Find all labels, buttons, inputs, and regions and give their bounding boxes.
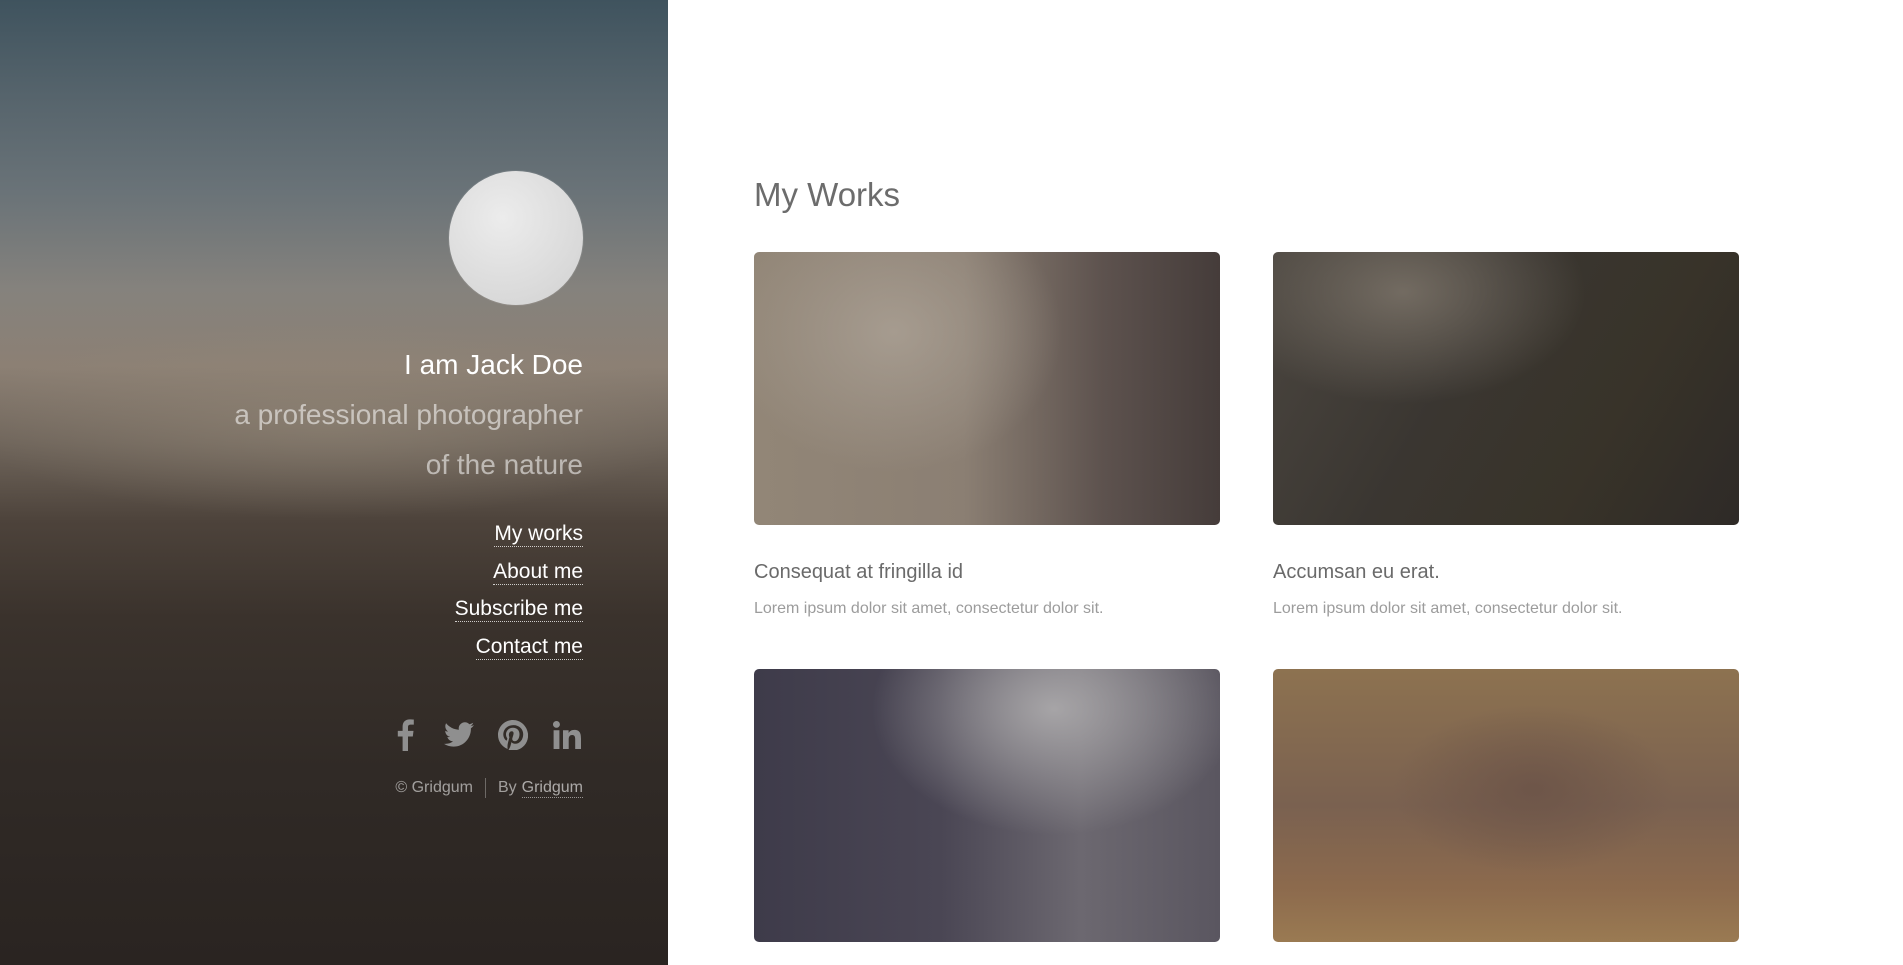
main-nav: My works About me Subscribe me Contact m… (83, 522, 583, 672)
work-title[interactable]: Consequat at fringilla id (754, 561, 1220, 584)
nav-link-contact-me[interactable]: Contact me (475, 634, 583, 660)
credit-link[interactable]: Gridgum (521, 779, 583, 798)
nav-link-subscribe-me[interactable]: Subscribe me (454, 597, 583, 622)
credit-prefix: By (497, 779, 517, 796)
work-item: Accumsan eu erat. Lorem ipsum dolor sit … (1273, 252, 1739, 618)
copyright-text: © Gridgum (395, 779, 473, 796)
work-title[interactable]: Accumsan eu erat. (1273, 561, 1739, 584)
work-thumbnail[interactable] (1273, 669, 1739, 942)
sidebar-footer: © Gridgum By Gridgum (83, 778, 583, 798)
nav-link-about-me[interactable]: About me (493, 559, 583, 585)
nav-item-about-me: About me (83, 559, 583, 598)
nav-item-subscribe-me: Subscribe me (83, 597, 583, 635)
intro-name: I am Jack Doe (404, 349, 583, 380)
footer-divider (484, 778, 486, 798)
social-links (83, 718, 583, 752)
intro-tagline-1: a professional photographer (234, 399, 583, 430)
work-thumbnail[interactable] (754, 252, 1220, 525)
sidebar: I am Jack Doe a professional photographe… (0, 0, 668, 965)
work-description: Lorem ipsum dolor sit amet, consectetur … (1273, 600, 1623, 617)
main-content: My Works Consequat at fringilla id Lorem… (668, 0, 1903, 965)
nav-link-my-works[interactable]: My works (494, 522, 583, 547)
work-item: Consequat at fringilla id Lorem ipsum do… (754, 252, 1220, 618)
work-thumbnail[interactable] (1273, 252, 1739, 525)
sidebar-content: I am Jack Doe a professional photographe… (83, 171, 583, 798)
linkedin-icon[interactable] (551, 718, 583, 752)
avatar (449, 171, 583, 305)
twitter-icon[interactable] (443, 718, 475, 752)
work-thumbnail[interactable] (754, 669, 1220, 942)
facebook-icon[interactable] (389, 718, 421, 752)
nav-item-my-works: My works (83, 522, 583, 560)
nav-item-contact-me: Contact me (83, 634, 583, 673)
work-description: Lorem ipsum dolor sit amet, consectetur … (754, 600, 1104, 617)
pinterest-icon[interactable] (497, 718, 529, 752)
work-item (1273, 669, 1739, 942)
intro-tagline-2: of the nature (425, 449, 583, 480)
work-item (754, 669, 1220, 942)
section-title: My Works (754, 176, 901, 213)
